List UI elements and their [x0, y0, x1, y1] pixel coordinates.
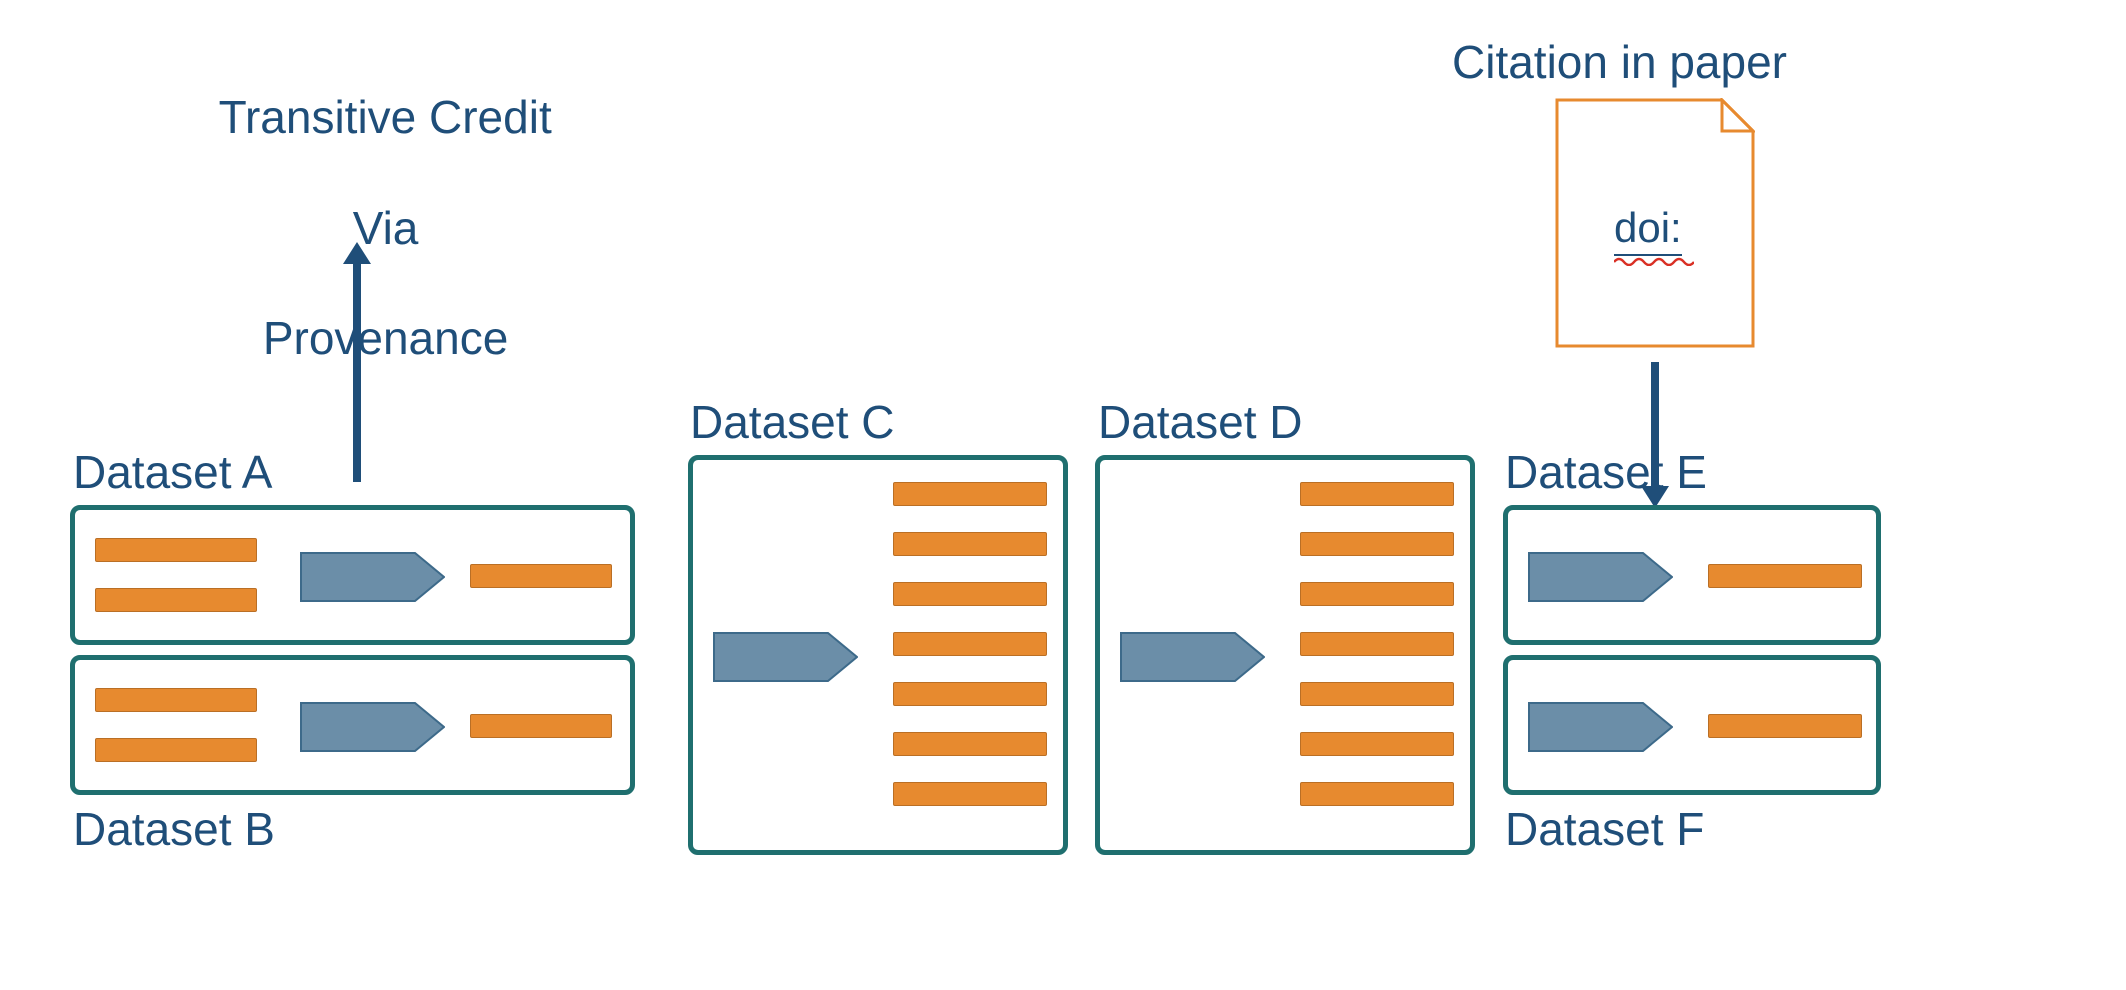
process-arrow-icon	[1528, 552, 1673, 602]
data-bar	[95, 588, 257, 612]
process-arrow-icon	[300, 702, 445, 752]
process-arrow-icon	[1120, 632, 1265, 682]
arrow-up-shaft	[353, 262, 361, 482]
data-bar	[1300, 732, 1454, 756]
data-bar	[1300, 582, 1454, 606]
doi-text: doi:	[1614, 204, 1682, 256]
data-bar	[893, 582, 1047, 606]
data-bar	[1708, 564, 1862, 588]
dataset-c-label: Dataset C	[690, 395, 895, 450]
process-arrow-icon	[300, 552, 445, 602]
data-bar	[893, 782, 1047, 806]
data-bar	[95, 688, 257, 712]
arrow-up-head-icon	[343, 242, 371, 264]
dataset-a-label: Dataset A	[73, 445, 272, 500]
dataset-c-box	[688, 455, 1068, 855]
diagram-stage: Transitive Credit Via Provenance Citatio…	[0, 0, 2126, 990]
data-bar	[1300, 632, 1454, 656]
data-bar	[1300, 782, 1454, 806]
data-bar	[470, 564, 612, 588]
data-bar	[470, 714, 612, 738]
dataset-d-box	[1095, 455, 1475, 855]
data-bar	[893, 482, 1047, 506]
citation-label: Citation in paper	[1452, 35, 1787, 90]
dataset-b-box	[70, 655, 635, 795]
data-bar	[893, 732, 1047, 756]
transitive-line3: Provenance	[263, 312, 509, 364]
process-arrow-icon	[713, 632, 858, 682]
data-bar	[1300, 682, 1454, 706]
dataset-f-box	[1503, 655, 1881, 795]
dataset-b-label: Dataset B	[73, 802, 275, 857]
data-bar	[893, 532, 1047, 556]
data-bar	[1708, 714, 1862, 738]
dataset-e-label: Dataset E	[1505, 445, 1707, 500]
spellcheck-squiggle-icon	[1614, 256, 1694, 266]
data-bar	[95, 738, 257, 762]
dataset-e-box	[1503, 505, 1881, 645]
data-bar	[1300, 532, 1454, 556]
data-bar	[95, 538, 257, 562]
data-bar	[893, 632, 1047, 656]
data-bar	[893, 682, 1047, 706]
process-arrow-icon	[1528, 702, 1673, 752]
dataset-d-label: Dataset D	[1098, 395, 1303, 450]
dataset-f-label: Dataset F	[1505, 802, 1704, 857]
dataset-a-box	[70, 505, 635, 645]
data-bar	[1300, 482, 1454, 506]
transitive-line1: Transitive Credit	[219, 91, 552, 143]
